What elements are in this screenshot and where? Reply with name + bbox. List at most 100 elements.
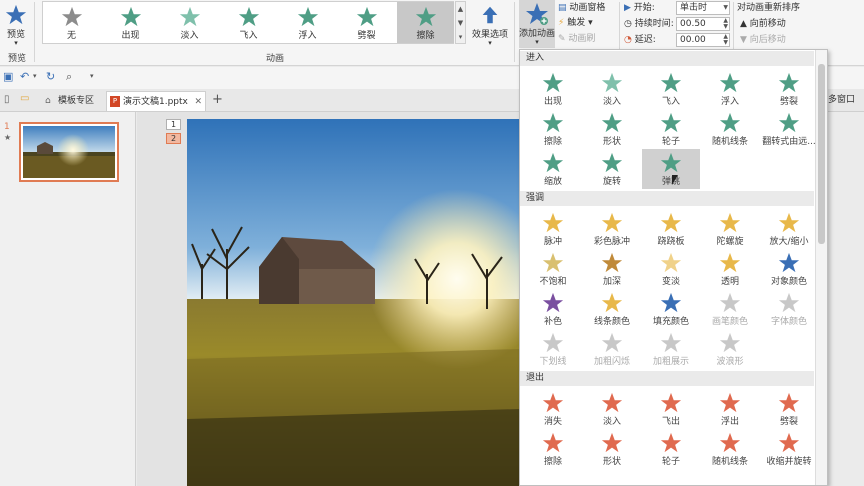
new-document-icon[interactable]: ▯: [4, 94, 10, 105]
animation-option[interactable]: 线条颜色: [583, 289, 641, 329]
animation-order-badge[interactable]: 1: [166, 119, 181, 130]
animation-star-icon: [719, 112, 741, 133]
animation-option[interactable]: 旋转: [583, 149, 641, 189]
animation-option[interactable]: 变淡: [642, 249, 700, 289]
close-icon[interactable]: ✕: [194, 92, 202, 112]
animation-option[interactable]: 出现: [524, 69, 582, 109]
move-later-button[interactable]: ▼ 向后移动: [740, 33, 786, 47]
animation-option[interactable]: 擦除: [524, 109, 582, 149]
animation-option[interactable]: 飞入: [642, 69, 700, 109]
animation-star-icon: [660, 332, 682, 353]
animation-option[interactable]: 脉冲: [524, 209, 582, 249]
animation-pane-button[interactable]: ▤ 动画窗格: [558, 1, 605, 15]
animation-option-label: 不饱和: [539, 277, 567, 287]
animation-option[interactable]: 翻转式由远...: [760, 109, 818, 149]
animation-option[interactable]: 轮子: [642, 109, 700, 149]
pptx-icon: P: [110, 96, 120, 107]
move-earlier-button[interactable]: ▲ 向前移动: [740, 17, 786, 31]
animation-option[interactable]: 飞出: [642, 389, 700, 429]
animation-star-icon: [601, 252, 623, 273]
animation-option[interactable]: 形状: [583, 429, 641, 469]
animation-star-icon: [601, 432, 623, 453]
animation-option[interactable]: 不饱和: [524, 249, 582, 289]
animation-option[interactable]: 随机线条: [701, 109, 759, 149]
animation-option-label: 形状: [602, 457, 621, 467]
animation-option[interactable]: 跷跷板: [642, 209, 700, 249]
animation-option[interactable]: 下划线: [524, 329, 582, 369]
tab-template-zone[interactable]: ⌂ 模板专区: [42, 91, 102, 111]
animation-star-icon: [542, 152, 564, 173]
animation-option[interactable]: 彩色脉冲: [583, 209, 641, 249]
duration-label: 持续时间:: [634, 19, 674, 29]
animation-star-icon: [719, 212, 741, 233]
add-tab-icon[interactable]: +: [212, 92, 223, 107]
animation-option[interactable]: 浮入: [701, 69, 759, 109]
animation-star-icon: [778, 212, 800, 233]
animation-option[interactable]: 填充颜色: [642, 289, 700, 329]
animation-option[interactable]: 字体颜色: [760, 289, 818, 329]
redo-icon[interactable]: ↻: [46, 70, 55, 83]
animation-option-label: 飞入: [661, 97, 680, 107]
duration-input[interactable]: 00.50 ▲ ▼: [676, 17, 730, 31]
animation-option-label: 轮子: [661, 137, 680, 147]
animation-option[interactable]: 加粗展示: [642, 329, 700, 369]
animation-option[interactable]: 缩放: [524, 149, 582, 189]
animation-order-badge[interactable]: 2: [166, 133, 181, 144]
animation-option[interactable]: 放大/缩小: [760, 209, 818, 249]
animation-option[interactable]: 收缩并旋转: [760, 429, 818, 469]
start-value: 单击时: [680, 3, 708, 13]
delay-label: 延迟:: [634, 35, 656, 45]
spin-down-icon[interactable]: ▼: [723, 24, 728, 30]
format-painter-icon[interactable]: ⌕: [66, 70, 72, 84]
trigger-button[interactable]: ⚡ 触发 ▾: [558, 16, 593, 30]
animation-option[interactable]: 擦除: [524, 429, 582, 469]
animation-option[interactable]: 波浪形: [701, 329, 759, 369]
animation-option[interactable]: 弹跳: [642, 149, 700, 189]
animation-option[interactable]: 劈裂: [760, 389, 818, 429]
slide-thumbnail-pane: 1 ★: [0, 112, 136, 486]
trigger-label: 触发: [567, 18, 586, 28]
dropdown-scroll-thumb[interactable]: [818, 64, 825, 244]
animation-star-icon: [719, 332, 741, 353]
add-animation-button[interactable]: 添加动画 ▾: [519, 0, 555, 48]
animation-option[interactable]: 浮出: [701, 389, 759, 429]
animation-star-icon: [660, 152, 682, 173]
clock-icon: ◷: [624, 19, 635, 29]
animation-option[interactable]: 透明: [701, 249, 759, 289]
animation-painter-button[interactable]: ✎ 动画刷: [558, 32, 595, 46]
duration-value: 00.50: [680, 19, 706, 29]
customize-icon[interactable]: ▾: [90, 72, 94, 80]
start-select[interactable]: 单击时 ▼: [676, 1, 730, 15]
animation-star-icon: [601, 332, 623, 353]
animation-option-label: 劈裂: [779, 97, 798, 107]
undo-icon[interactable]: ↶: [20, 70, 29, 83]
animation-option-label: 线条颜色: [593, 317, 630, 327]
animation-option[interactable]: 加深: [583, 249, 641, 289]
animation-option[interactable]: 陀螺旋: [701, 209, 759, 249]
preview-group: 预览: [0, 0, 34, 66]
animation-option[interactable]: 淡入: [583, 389, 641, 429]
animation-option[interactable]: 加粗闪烁: [583, 329, 641, 369]
undo-dropdown-icon[interactable]: ▾: [33, 72, 37, 80]
animation-option[interactable]: 补色: [524, 289, 582, 329]
animation-pane-label: 动画窗格: [569, 3, 606, 13]
animation-option[interactable]: 对象颜色: [760, 249, 818, 289]
animation-option[interactable]: 淡入: [583, 69, 641, 109]
delay-input[interactable]: 00.00 ▲ ▼: [676, 33, 730, 47]
animation-option[interactable]: 轮子: [642, 429, 700, 469]
animation-option[interactable]: 画笔颜色: [701, 289, 759, 329]
animation-option[interactable]: 随机线条: [701, 429, 759, 469]
folder-icon[interactable]: ▭: [20, 93, 29, 104]
animation-option[interactable]: 形状: [583, 109, 641, 149]
save-icon[interactable]: ▣: [3, 70, 13, 83]
slide-picture[interactable]: [187, 119, 519, 486]
tab-document[interactable]: P 演示文稿1.pptx ✕: [106, 91, 206, 111]
animation-option[interactable]: 消失: [524, 389, 582, 429]
spin-down-icon[interactable]: ▼: [723, 40, 728, 46]
animation-star-icon: [778, 392, 800, 413]
animation-option-label: 加粗闪烁: [593, 357, 630, 367]
multi-window-button[interactable]: 多窗口: [828, 89, 864, 112]
slide-thumbnail[interactable]: [19, 122, 119, 182]
animation-option[interactable]: 劈裂: [760, 69, 818, 109]
animation-option-label: 擦除: [543, 137, 562, 147]
